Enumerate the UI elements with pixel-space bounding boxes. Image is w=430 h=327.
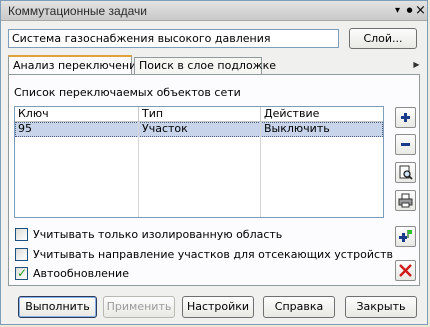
option-label: Учитывать только изолированную область (33, 228, 283, 241)
list-caption: Список переключаемых объектов сети (14, 86, 241, 99)
red-cross-icon (399, 264, 412, 277)
cell-type: Участок (142, 122, 188, 135)
checkbox[interactable] (15, 248, 28, 261)
tab-switch-analysis[interactable]: Анализ переключений (8, 55, 143, 75)
column-divider (138, 122, 139, 217)
column-divider (260, 122, 261, 217)
column-header-key[interactable]: Ключ (15, 107, 139, 122)
layer-button[interactable]: Слой... (349, 28, 417, 49)
print-button[interactable] (395, 190, 416, 211)
pin-icon[interactable]: ● (404, 4, 415, 17)
table-row[interactable]: 95 Участок Выключить (15, 122, 383, 137)
help-button[interactable]: Справка (263, 296, 335, 318)
column-header-action[interactable]: Действие (261, 107, 383, 122)
option-label: Автообновление (33, 267, 129, 280)
remove-button[interactable] (395, 134, 416, 155)
checkbox[interactable] (15, 228, 28, 241)
option-label: Учитывать направление участков для отсек… (33, 248, 393, 261)
close-button[interactable]: Закрыть (345, 296, 417, 318)
tab-strip: Анализ переключений Поиск в слое подложк… (8, 55, 420, 75)
printer-icon (398, 193, 413, 208)
plus-flag-icon (399, 230, 412, 242)
add-from-map-button[interactable] (395, 226, 416, 247)
checkmark-icon: ✓ (17, 266, 28, 280)
settings-button[interactable]: Настройки (182, 296, 254, 318)
arrow-right-icon[interactable]: ▶ (409, 57, 424, 72)
minus-icon (401, 143, 410, 146)
column-header-type[interactable]: Тип (139, 107, 261, 122)
window-title: Коммутационные задачи (8, 4, 148, 18)
add-button[interactable] (395, 107, 416, 128)
delete-all-button[interactable] (395, 260, 416, 281)
objects-table[interactable]: Ключ Тип Действие 95 Участок Выключить (14, 106, 384, 218)
tab-underlay-search[interactable]: Поиск в слое подложке (134, 57, 276, 74)
apply-button[interactable]: Применить (103, 296, 175, 318)
cell-action: Выключить (264, 122, 330, 135)
preview-button[interactable] (395, 162, 416, 183)
close-icon[interactable]: × (415, 4, 426, 17)
checkbox[interactable]: ✓ (15, 266, 28, 280)
magnifier-page-icon (399, 165, 413, 180)
run-button[interactable]: Выполнить (18, 296, 97, 318)
layer-name-field[interactable]: Система газоснабжения высокого давления (8, 29, 339, 48)
cell-key: 95 (18, 122, 32, 135)
minimize-icon[interactable]: ▾ (392, 4, 403, 17)
plus-icon (401, 113, 410, 122)
title-bar[interactable]: Коммутационные задачи ▾ ● × (1, 1, 427, 21)
